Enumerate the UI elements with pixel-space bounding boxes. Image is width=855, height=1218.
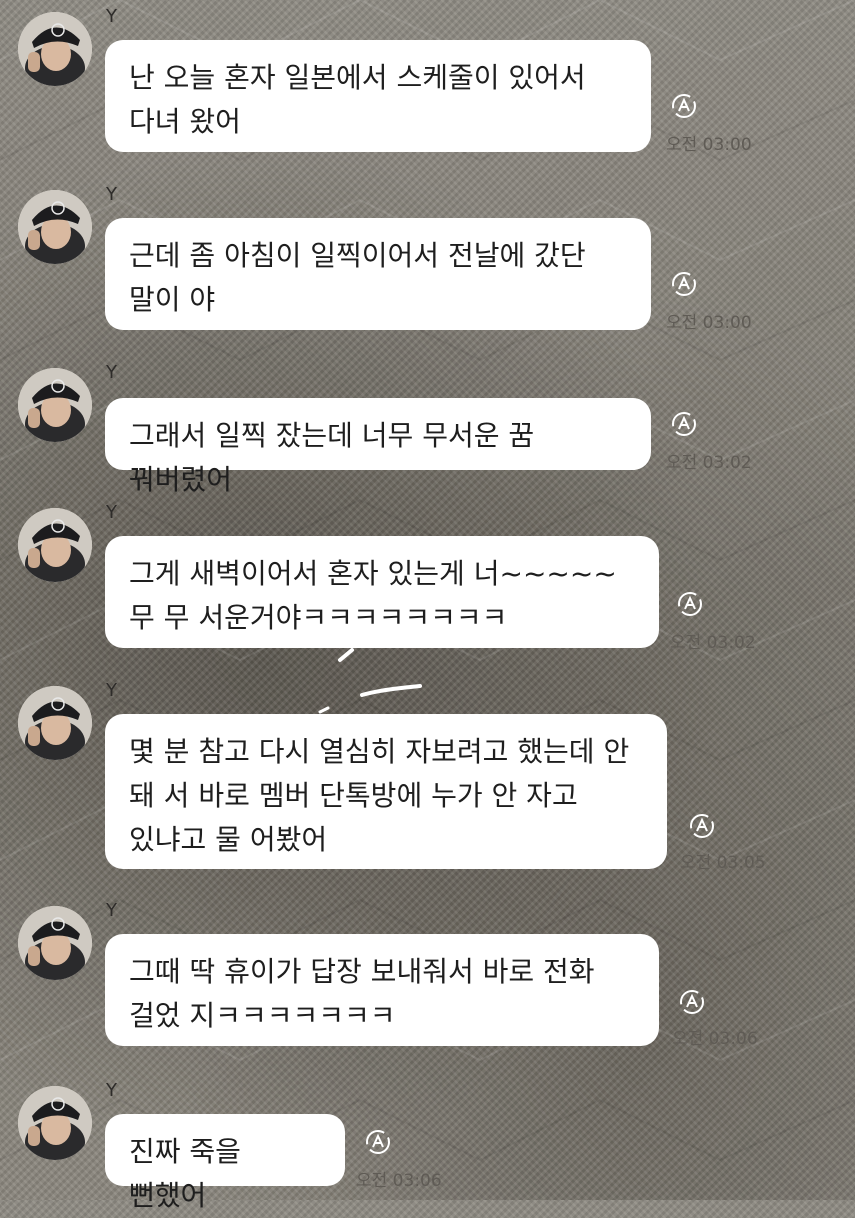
auto-translate-icon[interactable] <box>670 92 698 120</box>
sender-name: Y <box>106 502 117 523</box>
sender-name: Y <box>106 900 117 921</box>
auto-translate-icon[interactable] <box>670 410 698 438</box>
timestamp: 오전 03:06 <box>672 1029 758 1049</box>
avatar[interactable] <box>18 368 92 442</box>
profile-photo-icon <box>18 1086 92 1160</box>
profile-photo-icon <box>18 508 92 582</box>
avatar[interactable] <box>18 686 92 760</box>
timestamp: 오전 03:05 <box>680 853 766 873</box>
avatar[interactable] <box>18 508 92 582</box>
message-bubble[interactable]: 그때 딱 휴이가 답장 보내줘서 바로 전화 걸었 지ㅋㅋㅋㅋㅋㅋㅋ <box>105 934 659 1046</box>
timestamp: 오전 03:00 <box>666 135 752 155</box>
message-bubble[interactable]: 몇 분 참고 다시 열심히 자보려고 했는데 안 돼 서 바로 멤버 단톡방에 … <box>105 714 667 869</box>
profile-photo-icon <box>18 12 92 86</box>
profile-photo-icon <box>18 686 92 760</box>
message-bubble[interactable]: 그래서 일찍 잤는데 너무 무서운 꿈 꿔버렸어 <box>105 398 651 496</box>
sender-name: Y <box>106 680 117 701</box>
message-bubble[interactable]: 진짜 죽을 뻔했어 <box>105 1114 345 1212</box>
auto-translate-icon[interactable] <box>688 812 716 840</box>
sender-name: Y <box>106 1080 117 1101</box>
avatar[interactable] <box>18 190 92 264</box>
avatar[interactable] <box>18 906 92 980</box>
timestamp: 오전 03:02 <box>666 453 752 473</box>
message-bubble[interactable]: 근데 좀 아침이 일찍이어서 전날에 갔단 말이 야 <box>105 218 651 330</box>
timestamp: 오전 03:00 <box>666 313 752 333</box>
avatar[interactable] <box>18 12 92 86</box>
auto-translate-icon[interactable] <box>670 270 698 298</box>
timestamp: 오전 03:02 <box>670 633 756 653</box>
auto-translate-icon[interactable] <box>678 988 706 1016</box>
sender-name: Y <box>106 362 117 383</box>
auto-translate-icon[interactable] <box>364 1128 392 1156</box>
profile-photo-icon <box>18 368 92 442</box>
message-bubble[interactable]: 난 오늘 혼자 일본에서 스케줄이 있어서 다녀 왔어 <box>105 40 651 152</box>
auto-translate-icon[interactable] <box>676 590 704 618</box>
timestamp: 오전 03:06 <box>356 1171 442 1191</box>
profile-photo-icon <box>18 906 92 980</box>
profile-photo-icon <box>18 190 92 264</box>
sender-name: Y <box>106 6 117 27</box>
message-bubble[interactable]: 그게 새벽이어서 혼자 있는게 너~~~~~무 무 서운거야ㅋㅋㅋㅋㅋㅋㅋㅋ <box>105 536 659 648</box>
sender-name: Y <box>106 184 117 205</box>
avatar[interactable] <box>18 1086 92 1160</box>
